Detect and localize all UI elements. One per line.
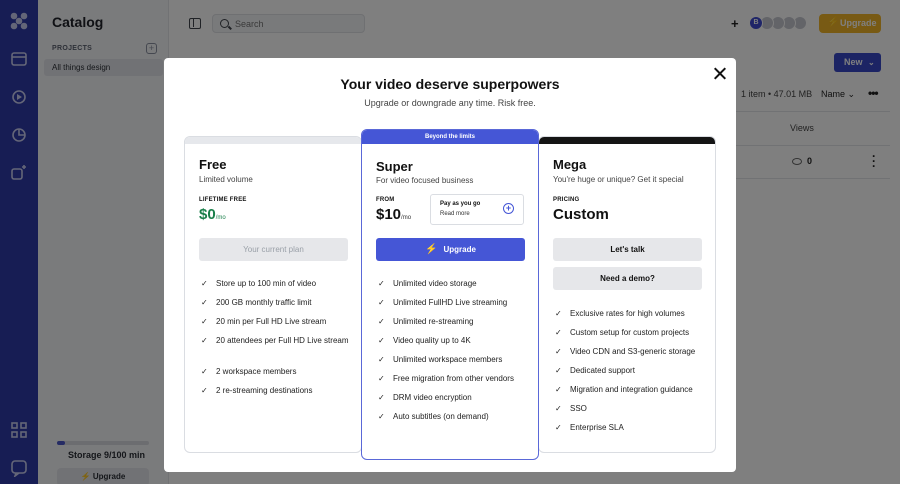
check-icon: ✓ xyxy=(378,317,385,326)
check-icon: ✓ xyxy=(201,336,208,345)
feature-text: Unlimited workspace members xyxy=(393,355,503,364)
bolt-icon: ⚡ xyxy=(425,244,438,255)
feature-item: ✓ Unlimited FullHD Live streaming xyxy=(376,297,531,309)
plan-banner: Beyond the limits xyxy=(362,130,538,144)
modal-subtitle: Upgrade or downgrade any time. Risk free… xyxy=(364,98,536,108)
feature-item: ✓ Unlimited re-streaming xyxy=(376,316,531,328)
feature-text: Auto subtitles (on demand) xyxy=(393,412,489,421)
price-label: FROM xyxy=(376,197,395,203)
check-icon: ✓ xyxy=(201,317,208,326)
feature-item: ✓ 20 min per Full HD Live stream xyxy=(199,316,354,328)
price-amount: $10 xyxy=(376,206,402,223)
plan-description: Limited volume xyxy=(199,175,253,184)
check-icon: ✓ xyxy=(378,374,385,383)
card-top-strip xyxy=(539,137,715,144)
price-period: /mo xyxy=(401,215,412,221)
add-circle-icon[interactable]: + xyxy=(503,203,514,214)
price-period: /mo xyxy=(215,215,226,221)
upgrade-button[interactable]: ⚡ Upgrade xyxy=(376,238,525,261)
feature-text: Unlimited re-streaming xyxy=(393,317,474,326)
check-icon: ✓ xyxy=(555,404,562,413)
payg-title: Pay as you go xyxy=(440,201,481,207)
feature-text: Store up to 100 min of video xyxy=(216,279,317,288)
feature-text: Enterprise SLA xyxy=(570,423,624,432)
feature-item: ✓ Auto subtitles (on demand) xyxy=(376,411,531,423)
check-icon: ✓ xyxy=(201,279,208,288)
price-label: LIFETIME FREE xyxy=(199,197,247,203)
feature-item: ✓ Unlimited workspace members xyxy=(376,354,531,366)
check-icon: ✓ xyxy=(555,347,562,356)
feature-item: ✓ Dedicated support xyxy=(553,365,708,377)
pricing-modal: Your video deserve superpowers Upgrade o… xyxy=(164,58,736,472)
check-icon: ✓ xyxy=(555,385,562,394)
read-more-link[interactable]: Read more xyxy=(440,211,470,217)
request-demo-button[interactable]: Need a demo? xyxy=(553,267,702,290)
plan-price: $0/mo xyxy=(199,206,226,223)
plan-price: Custom xyxy=(553,206,609,223)
check-icon: ✓ xyxy=(201,386,208,395)
feature-item: ✓ Enterprise SLA xyxy=(553,422,708,434)
feature-text: 2 re-streaming destinations xyxy=(216,386,313,395)
feature-item: ✓ 20 attendees per Full HD Live stream xyxy=(199,335,354,347)
lets-talk-button[interactable]: Let's talk xyxy=(553,238,702,261)
feature-text: SSO xyxy=(570,404,587,413)
feature-item: ✓ Store up to 100 min of video xyxy=(199,278,354,290)
feature-text: Video quality up to 4K xyxy=(393,336,471,345)
price-label: PRICING xyxy=(553,197,580,203)
feature-text: Dedicated support xyxy=(570,366,635,375)
modal-title: Your video deserve superpowers xyxy=(340,76,560,92)
feature-item: ✓ Free migration from other vendors xyxy=(376,373,531,385)
feature-text: Unlimited FullHD Live streaming xyxy=(393,298,508,307)
check-icon: ✓ xyxy=(555,309,562,318)
pay-as-you-go-box[interactable]: Pay as you go Read more + xyxy=(430,194,524,225)
feature-item: ✓ Unlimited video storage xyxy=(376,278,531,290)
check-icon: ✓ xyxy=(201,298,208,307)
plan-card-mega: Mega You're huge or unique? Get it speci… xyxy=(538,136,716,453)
check-icon: ✓ xyxy=(378,279,385,288)
feature-text: Exclusive rates for high volumes xyxy=(570,309,685,318)
card-top-strip xyxy=(185,137,361,144)
feature-text: 20 min per Full HD Live stream xyxy=(216,317,327,326)
feature-item: ✓ Migration and integration guidance xyxy=(553,384,708,396)
plan-card-super: Beyond the limits Super For video focuse… xyxy=(361,129,539,460)
plan-name: Super xyxy=(376,159,413,174)
feature-item: ✓ 200 GB monthly traffic limit xyxy=(199,297,354,309)
feature-text: Video CDN and S3-generic storage xyxy=(570,347,696,356)
feature-item: ✓ Video CDN and S3-generic storage xyxy=(553,346,708,358)
feature-item: ✓ DRM video encryption xyxy=(376,392,531,404)
plan-name: Free xyxy=(199,157,227,172)
feature-text: Custom setup for custom projects xyxy=(570,328,690,337)
feature-item: ✓ SSO xyxy=(553,403,708,415)
feature-text: Migration and integration guidance xyxy=(570,385,693,394)
feature-text: 200 GB monthly traffic limit xyxy=(216,298,312,307)
check-icon: ✓ xyxy=(201,367,208,376)
feature-text: Free migration from other vendors xyxy=(393,374,514,383)
upgrade-button-label: Upgrade xyxy=(443,245,476,254)
price-amount: $0 xyxy=(199,206,216,223)
check-icon: ✓ xyxy=(555,366,562,375)
check-icon: ✓ xyxy=(555,328,562,337)
feature-text: 20 attendees per Full HD Live stream xyxy=(216,336,349,345)
plan-name: Mega xyxy=(553,157,587,172)
current-plan-button: Your current plan xyxy=(199,238,348,261)
check-icon: ✓ xyxy=(378,298,385,307)
check-icon: ✓ xyxy=(378,355,385,364)
plan-description: For video focused business xyxy=(376,176,474,185)
plan-price: $10/mo xyxy=(376,206,411,223)
plan-card-free: Free Limited volume LIFETIME FREE $0/mo … xyxy=(184,136,362,453)
feature-text: Unlimited video storage xyxy=(393,279,477,288)
check-icon: ✓ xyxy=(378,393,385,402)
feature-text: 2 workspace members xyxy=(216,367,297,376)
check-icon: ✓ xyxy=(378,336,385,345)
feature-item: ✓ 2 re-streaming destinations xyxy=(199,385,354,397)
feature-item: ✓ 2 workspace members xyxy=(199,366,354,378)
check-icon: ✓ xyxy=(378,412,385,421)
feature-text: DRM video encryption xyxy=(393,393,472,402)
plan-description: You're huge or unique? Get it special xyxy=(553,175,684,184)
feature-item: ✓ Custom setup for custom projects xyxy=(553,327,708,339)
check-icon: ✓ xyxy=(555,423,562,432)
feature-item: ✓ Exclusive rates for high volumes xyxy=(553,308,708,320)
feature-item: ✓ Video quality up to 4K xyxy=(376,335,531,347)
